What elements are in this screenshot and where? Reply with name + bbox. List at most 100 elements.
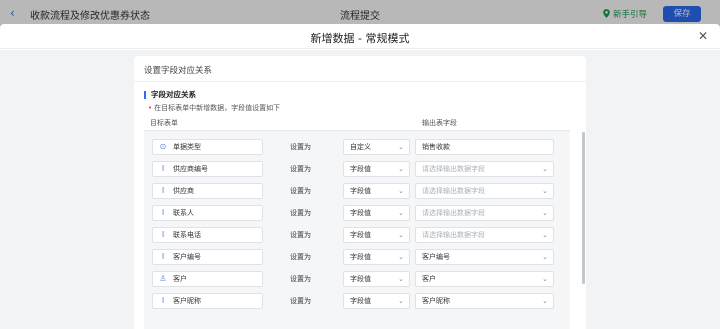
output-field-placeholder: 请选择输出数据字段: [422, 165, 485, 173]
chevron-down-icon: ⌄: [398, 187, 404, 195]
value-mode-select[interactable]: 字段值 ⌄: [343, 293, 410, 309]
mapping-row: ⊙ 单据类型 设置为 自定义 ⌄ 销售收款: [144, 136, 570, 158]
mapping-row: I 客户昵称 设置为 字段值 ⌄ 客户昵称 ⌄: [144, 290, 570, 312]
required-star: •: [148, 104, 153, 112]
target-field-label: 单据类型: [173, 143, 201, 151]
output-field-value: 客户编号: [422, 253, 450, 261]
output-field-placeholder: 请选择输出数据字段: [422, 231, 485, 239]
text-icon: I: [161, 296, 165, 305]
value-mode-label: 字段值: [350, 165, 371, 173]
hint-text: • 在目标表单中新增数据，字段值设置如下: [148, 103, 280, 113]
chevron-down-icon: ⌄: [542, 253, 548, 261]
chevron-down-icon: ⌄: [398, 209, 404, 217]
target-field: I 客户昵称: [152, 293, 263, 309]
value-mode-label: 字段值: [350, 275, 371, 283]
target-field-label: 联系电话: [173, 231, 201, 239]
value-mode-select[interactable]: 字段值 ⌄: [343, 271, 410, 287]
field-mapping-card: 设置字段对应关系 字段对应关系 • 在目标表单中新增数据，字段值设置如下 目标表单…: [134, 56, 586, 329]
chevron-down-icon: ⌄: [542, 231, 548, 239]
hint-label: 在目标表单中新增数据，字段值设置如下: [154, 104, 281, 112]
text-icon: I: [161, 186, 165, 195]
target-field-label: 客户编号: [173, 253, 201, 261]
target-field: ⊙ 单据类型: [152, 139, 263, 155]
value-mode-select[interactable]: 自定义 ⌄: [343, 139, 410, 155]
output-field-select[interactable]: 客户 ⌄: [415, 271, 554, 287]
text-icon: I: [161, 230, 165, 239]
set-to-label: 设置为: [290, 297, 311, 305]
output-field-select[interactable]: 请选择输出数据字段 ⌄: [415, 227, 554, 243]
text-icon: I: [161, 252, 165, 261]
chevron-down-icon: ⌄: [398, 297, 404, 305]
mapping-row: I 供应商 设置为 字段值 ⌄ 请选择输出数据字段 ⌄: [144, 180, 570, 202]
target-field: I 联系人: [152, 205, 263, 221]
modal-body: 设置字段对应关系 字段对应关系 • 在目标表单中新增数据，字段值设置如下 目标表单…: [0, 50, 720, 329]
mapping-row: ♙ 客户 设置为 字段值 ⌄ 客户 ⌄: [144, 268, 570, 290]
card-header-title: 设置字段对应关系: [144, 66, 213, 76]
set-to-label: 设置为: [290, 253, 311, 261]
scrollbar[interactable]: [582, 132, 585, 284]
output-field-select[interactable]: 客户昵称 ⌄: [415, 293, 554, 309]
output-field-select[interactable]: 请选择输出数据字段 ⌄: [415, 183, 554, 199]
set-to-label: 设置为: [290, 143, 311, 151]
chevron-down-icon: ⌄: [398, 253, 404, 261]
target-field-label: 供应商编号: [173, 165, 208, 173]
value-mode-select[interactable]: 字段值 ⌄: [343, 183, 410, 199]
output-field-select[interactable]: 请选择输出数据字段 ⌄: [415, 161, 554, 177]
chevron-down-icon: ⌄: [542, 187, 548, 195]
card-header: 设置字段对应关系: [134, 56, 586, 82]
target-field-label: 客户昵称: [173, 297, 201, 305]
value-mode-select[interactable]: 字段值 ⌄: [343, 161, 410, 177]
user-icon: ♙: [159, 274, 167, 283]
value-mode-label: 字段值: [350, 187, 371, 195]
set-to-label: 设置为: [290, 275, 311, 283]
chevron-down-icon: ⌄: [542, 275, 548, 283]
mapping-row: I 客户编号 设置为 字段值 ⌄ 客户编号 ⌄: [144, 246, 570, 268]
set-to-label: 设置为: [290, 231, 311, 239]
target-field: I 客户编号: [152, 249, 263, 265]
target-field: I 联系电话: [152, 227, 263, 243]
radio-icon: ⊙: [159, 142, 167, 151]
chevron-down-icon: ⌄: [398, 143, 404, 151]
value-mode-select[interactable]: 字段值 ⌄: [343, 227, 410, 243]
chevron-down-icon: ⌄: [398, 165, 404, 173]
chevron-down-icon: ⌄: [542, 297, 548, 305]
set-to-label: 设置为: [290, 187, 311, 195]
modal-header: 新增数据 - 常规模式 ✕: [0, 24, 720, 49]
text-icon: I: [161, 208, 165, 217]
column-header-target: 目标表单: [150, 119, 178, 127]
target-field-label: 联系人: [173, 209, 194, 217]
modal-title: 新增数据 - 常规模式: [310, 32, 410, 45]
output-field-value: 销售收款: [422, 143, 450, 151]
set-to-label: 设置为: [290, 209, 311, 217]
chevron-down-icon: ⌄: [542, 209, 548, 217]
output-field-placeholder: 请选择输出数据字段: [422, 209, 485, 217]
output-field-select[interactable]: 客户编号 ⌄: [415, 249, 554, 265]
output-field-select[interactable]: 请选择输出数据字段 ⌄: [415, 205, 554, 221]
value-mode-select[interactable]: 字段值 ⌄: [343, 205, 410, 221]
column-header-source: 输出表字段: [422, 119, 457, 127]
target-field: ♙ 客户: [152, 271, 263, 287]
mapping-row: I 联系人 设置为 字段值 ⌄ 请选择输出数据字段 ⌄: [144, 202, 570, 224]
value-mode-label: 字段值: [350, 231, 371, 239]
chevron-down-icon: ⌄: [398, 275, 404, 283]
output-field-placeholder: 请选择输出数据字段: [422, 187, 485, 195]
target-field: I 供应商编号: [152, 161, 263, 177]
section-title: 字段对应关系: [144, 91, 196, 99]
target-field: I 供应商: [152, 183, 263, 199]
chevron-down-icon: ⌄: [398, 231, 404, 239]
text-icon: I: [161, 164, 165, 173]
target-field-label: 供应商: [173, 187, 194, 195]
value-mode-label: 自定义: [350, 143, 371, 151]
output-field-value: 客户: [422, 275, 436, 283]
set-to-label: 设置为: [290, 165, 311, 173]
add-data-modal: 新增数据 - 常规模式 ✕ 设置字段对应关系 字段对应关系 • 在目标表单中新增数…: [0, 24, 720, 329]
value-mode-select[interactable]: 字段值 ⌄: [343, 249, 410, 265]
chevron-down-icon: ⌄: [542, 165, 548, 173]
value-mode-label: 字段值: [350, 253, 371, 261]
close-icon[interactable]: ✕: [696, 29, 710, 43]
output-field-select[interactable]: 销售收款: [415, 139, 554, 155]
mapping-row: I 供应商编号 设置为 字段值 ⌄ 请选择输出数据字段 ⌄: [144, 158, 570, 180]
output-field-value: 客户昵称: [422, 297, 450, 305]
value-mode-label: 字段值: [350, 209, 371, 217]
mapping-rows: ⊙ 单据类型 设置为 自定义 ⌄ 销售收款 I 供应商编号 设置为 字段值 ⌄ 请选择输出数据字段 ⌄ I…: [144, 131, 570, 329]
